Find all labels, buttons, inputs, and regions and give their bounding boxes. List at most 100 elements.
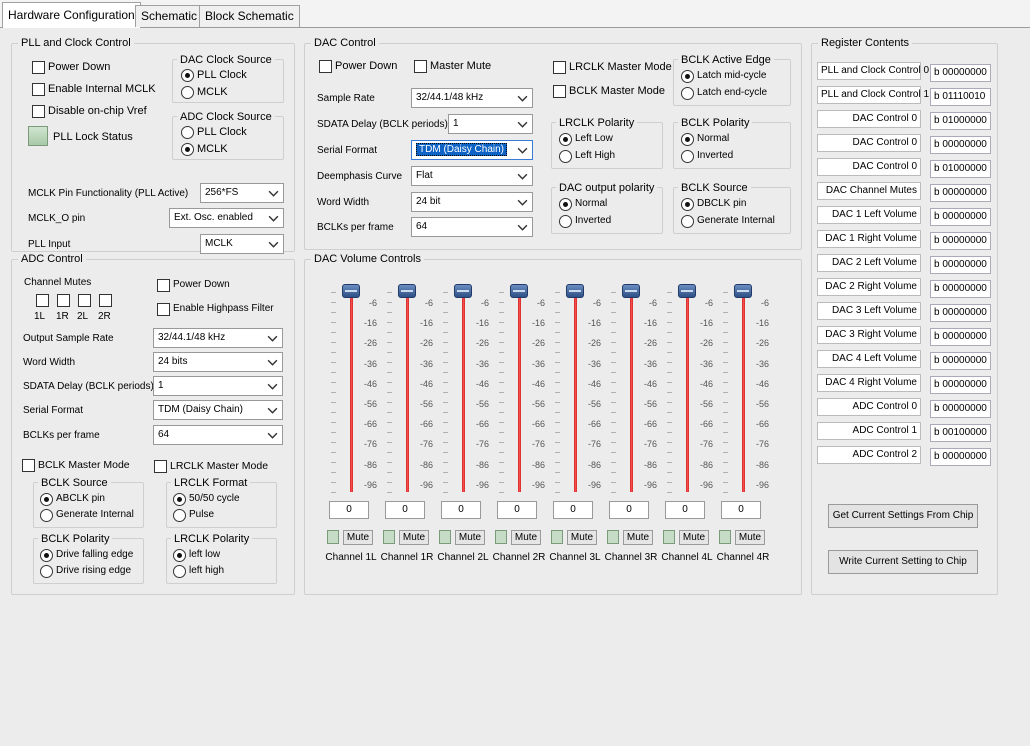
register-value[interactable]: b 00000000 [930, 304, 991, 322]
dac-sample-rate-select[interactable]: 32/44.1/48 kHz [411, 88, 533, 108]
adc-power-down-checkbox[interactable] [157, 279, 170, 292]
disable-vref-checkbox[interactable] [32, 105, 45, 118]
adc-word-width-select[interactable]: 24 bits [153, 352, 283, 372]
dbclk-pin-radio[interactable] [681, 198, 694, 211]
register-value[interactable]: b 00000000 [930, 328, 991, 346]
volume-track[interactable] [518, 292, 521, 492]
adc-bclks-per-frame-select[interactable]: 64 [153, 425, 283, 445]
master-mute-checkbox[interactable] [414, 60, 427, 73]
dac-bclk-inverted-radio[interactable] [681, 150, 694, 163]
mute-button[interactable]: Mute [567, 530, 597, 545]
mute-button[interactable]: Mute [455, 530, 485, 545]
mute-button[interactable]: Mute [511, 530, 541, 545]
volume-slider-knob[interactable] [454, 284, 472, 298]
volume-slider-knob[interactable] [342, 284, 360, 298]
register-value[interactable]: b 00000000 [930, 184, 991, 202]
register-value[interactable]: b 00000000 [930, 448, 991, 466]
mclk-o-pin-select[interactable]: Ext. Osc. enabled [169, 208, 284, 228]
adc-serial-format-select[interactable]: TDM (Daisy Chain) [153, 400, 283, 420]
adc-clock-mclk-radio[interactable] [181, 143, 194, 156]
volume-slider-knob[interactable] [398, 284, 416, 298]
register-value[interactable]: b 00000000 [930, 232, 991, 250]
dac-bclk-normal-radio[interactable] [681, 133, 694, 146]
adc-sample-rate-select[interactable]: 32/44.1/48 kHz [153, 328, 283, 348]
volume-value-input[interactable]: 0 [609, 501, 649, 519]
volume-slider-knob[interactable] [734, 284, 752, 298]
adc-generate-internal-radio[interactable] [40, 509, 53, 522]
register-value[interactable]: b 00000000 [930, 376, 991, 394]
dac-output-normal-radio[interactable] [559, 198, 572, 211]
volume-track[interactable] [574, 292, 577, 492]
volume-track[interactable] [742, 292, 745, 492]
volume-value-input[interactable]: 0 [329, 501, 369, 519]
register-value[interactable]: b 00000000 [930, 208, 991, 226]
mute-button[interactable]: Mute [343, 530, 373, 545]
dac-power-down-checkbox[interactable] [319, 60, 332, 73]
pll-power-down-checkbox[interactable] [32, 61, 45, 74]
dac-left-low-radio[interactable] [559, 133, 572, 146]
volume-track[interactable] [406, 292, 409, 492]
volume-slider-knob[interactable] [622, 284, 640, 298]
tab-schematic[interactable]: Schematic [135, 5, 204, 27]
dac-bclk-master-checkbox[interactable] [553, 85, 566, 98]
adc-lrclk-master-checkbox[interactable] [154, 460, 167, 473]
volume-slider-knob[interactable] [566, 284, 584, 298]
volume-value-input[interactable]: 0 [665, 501, 705, 519]
dac-lrclk-master-checkbox[interactable] [553, 61, 566, 74]
register-value[interactable]: b 01000000 [930, 112, 991, 130]
dac-left-high-radio[interactable] [559, 150, 572, 163]
volume-value-input[interactable]: 0 [721, 501, 761, 519]
drive-rising-edge-radio[interactable] [40, 565, 53, 578]
dac-deemphasis-select[interactable]: Flat [411, 166, 533, 186]
abclk-pin-radio[interactable] [40, 493, 53, 506]
adc-bclk-master-checkbox[interactable] [22, 459, 35, 472]
volume-track[interactable] [350, 292, 353, 492]
register-value[interactable]: b 00000000 [930, 400, 991, 418]
get-current-settings-button[interactable]: Get Current Settings From Chip [828, 504, 978, 528]
dac-bclks-per-frame-select[interactable]: 64 [411, 217, 533, 237]
volume-track[interactable] [462, 292, 465, 492]
mute-button[interactable]: Mute [623, 530, 653, 545]
drive-falling-edge-radio[interactable] [40, 549, 53, 562]
volume-value-input[interactable]: 0 [497, 501, 537, 519]
dac-generate-internal-radio[interactable] [681, 215, 694, 228]
register-value[interactable]: b 00000000 [930, 136, 991, 154]
adc-mute-2r-checkbox[interactable] [99, 294, 112, 307]
lrclk-5050-radio[interactable] [173, 493, 186, 506]
write-current-setting-button[interactable]: Write Current Setting to Chip [828, 550, 978, 574]
register-value[interactable]: b 00000000 [930, 64, 991, 82]
dac-clock-pll-radio[interactable] [181, 69, 194, 82]
tab-block-schematic[interactable]: Block Schematic [199, 5, 300, 27]
volume-slider-knob[interactable] [510, 284, 528, 298]
volume-track[interactable] [630, 292, 633, 492]
mclk-pin-functionality-select[interactable]: 256*FS [200, 183, 284, 203]
pll-input-select[interactable]: MCLK [200, 234, 284, 254]
register-value[interactable]: b 00100000 [930, 424, 991, 442]
dac-word-width-select[interactable]: 24 bit [411, 192, 533, 212]
adc-clock-pll-radio[interactable] [181, 126, 194, 139]
dac-clock-mclk-radio[interactable] [181, 86, 194, 99]
adc-left-high-radio[interactable] [173, 565, 186, 578]
volume-value-input[interactable]: 0 [553, 501, 593, 519]
volume-value-input[interactable]: 0 [441, 501, 481, 519]
latch-end-cycle-radio[interactable] [681, 87, 694, 100]
adc-left-low-radio[interactable] [173, 549, 186, 562]
dac-output-inverted-radio[interactable] [559, 215, 572, 228]
mute-button[interactable]: Mute [679, 530, 709, 545]
mute-button[interactable]: Mute [399, 530, 429, 545]
adc-sdata-delay-select[interactable]: 1 [153, 376, 283, 396]
register-value[interactable]: b 00000000 [930, 352, 991, 370]
adc-mute-2l-checkbox[interactable] [78, 294, 91, 307]
register-value[interactable]: b 00000000 [930, 256, 991, 274]
lrclk-pulse-radio[interactable] [173, 509, 186, 522]
latch-mid-cycle-radio[interactable] [681, 70, 694, 83]
dac-sdata-delay-select[interactable]: 1 [448, 114, 533, 134]
highpass-filter-checkbox[interactable] [157, 303, 170, 316]
mute-button[interactable]: Mute [735, 530, 765, 545]
adc-mute-1l-checkbox[interactable] [36, 294, 49, 307]
volume-track[interactable] [686, 292, 689, 492]
adc-mute-1r-checkbox[interactable] [57, 294, 70, 307]
enable-internal-mclk-checkbox[interactable] [32, 83, 45, 96]
register-value[interactable]: b 01110010 [930, 88, 991, 106]
dac-serial-format-select[interactable]: TDM (Daisy Chain) [411, 140, 533, 160]
